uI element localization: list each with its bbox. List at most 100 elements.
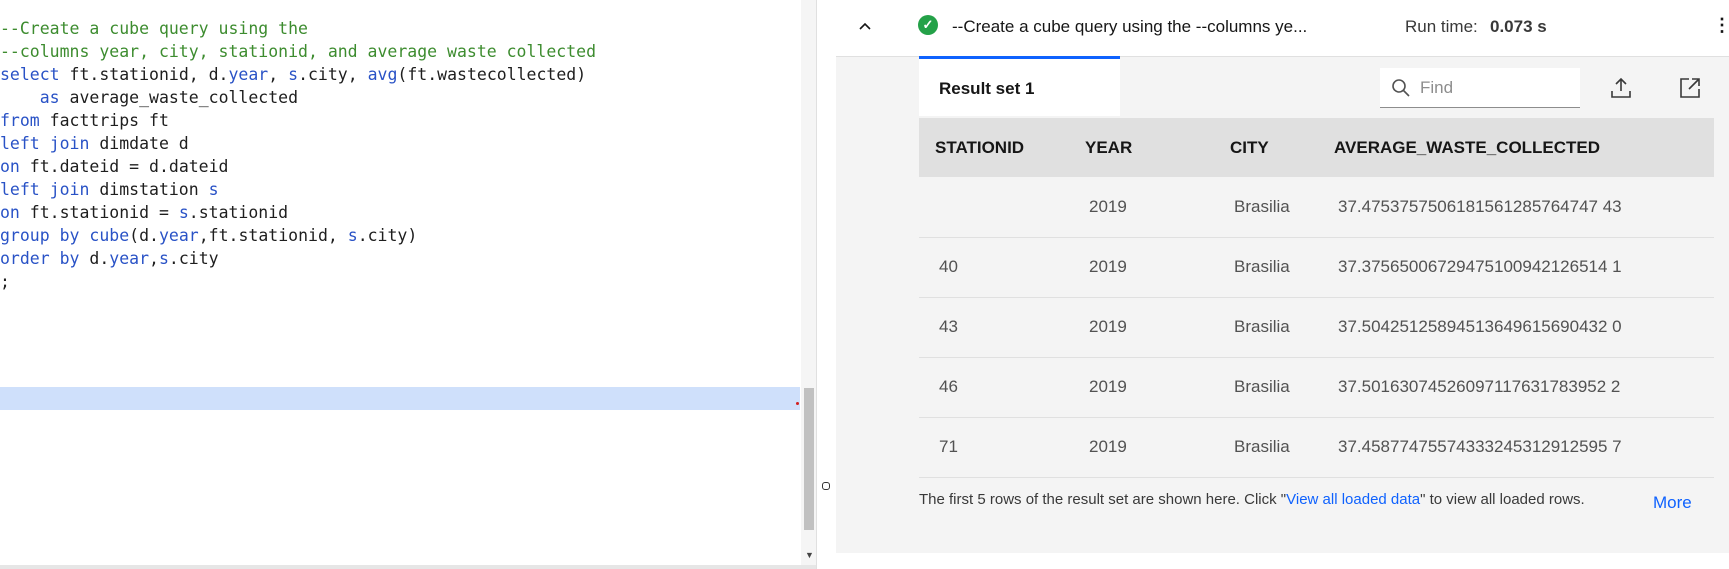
column-header[interactable]: AVERAGE_WASTE_COLLECTED xyxy=(1318,118,1714,177)
code-token: ; xyxy=(0,272,10,291)
chevron-up-icon[interactable] xyxy=(858,16,872,38)
code-line[interactable]: as average_waste_collected xyxy=(0,86,596,109)
editor-horizontal-scrollbar[interactable] xyxy=(0,565,816,569)
search-icon xyxy=(1392,79,1410,97)
cell-city: Brasilia xyxy=(1214,357,1318,418)
result-table: STATIONID YEAR CITY AVERAGE_WASTE_COLLEC… xyxy=(919,118,1714,478)
find-field[interactable] xyxy=(1380,68,1580,108)
code-token: on xyxy=(0,157,20,176)
cursor-marker xyxy=(796,402,799,405)
code-token: , xyxy=(268,65,289,84)
code-line[interactable]: on ft.stationid = s.stationid xyxy=(0,201,596,224)
overflow-menu-icon[interactable]: ⋮ xyxy=(1713,14,1729,36)
code-line[interactable]: left join dimstation s xyxy=(0,178,596,201)
cell-stationid: 71 xyxy=(919,417,1069,478)
cell-stationid: 40 xyxy=(919,237,1069,298)
sql-code[interactable]: --Create a cube query using the --columns… xyxy=(0,17,596,293)
results-panel: ✓ --Create a cube query using the --colu… xyxy=(836,0,1729,553)
code-line[interactable]: left join dimdate d xyxy=(0,132,596,155)
launch-icon[interactable] xyxy=(1678,76,1702,100)
table-row[interactable]: 46 2019 Brasilia 37.50163074526097117631… xyxy=(919,357,1714,418)
code-token: year xyxy=(109,249,150,268)
table-row[interactable]: 71 2019 Brasilia 37.45877475574333245312… xyxy=(919,417,1714,478)
column-header[interactable]: CITY xyxy=(1214,118,1318,177)
code-token: .city xyxy=(168,249,219,268)
code-token: left join xyxy=(0,180,90,199)
code-token: on xyxy=(0,203,20,222)
results-header: ✓ --Create a cube query using the --colu… xyxy=(836,0,1729,57)
code-token: from xyxy=(0,111,40,130)
cell-year: 2019 xyxy=(1069,237,1214,298)
column-header[interactable]: YEAR xyxy=(1069,118,1214,177)
code-line[interactable]: select ft.stationid, d.year, s.city, avg… xyxy=(0,63,596,86)
code-token: (ft.wastecollected) xyxy=(397,65,587,84)
code-token: s xyxy=(178,203,189,222)
cell-stationid xyxy=(919,177,1069,238)
result-footer-note: The first 5 rows of the result set are s… xyxy=(919,491,1585,508)
code-line[interactable]: group by cube(d.year,ft.stationid, s.cit… xyxy=(0,224,596,247)
code-token: , xyxy=(149,249,159,268)
code-token: d. xyxy=(79,249,110,268)
code-token: ft.dateid = d.dateid xyxy=(19,157,229,176)
code-token: ft.stationid, d. xyxy=(59,65,229,84)
code-token: .stationid xyxy=(188,203,289,222)
code-line[interactable]: from facttrips ft xyxy=(0,109,596,132)
cell-stationid: 46 xyxy=(919,357,1069,418)
query-title: --Create a cube query using the --column… xyxy=(952,17,1308,36)
cell-average-waste: 37.50425125894513649615690432 0 xyxy=(1318,297,1714,358)
table-row[interactable]: 2019 Brasilia 37.47537575061815612857647… xyxy=(919,177,1714,238)
code-token: --columns year, city, stationid, and ave… xyxy=(0,42,597,61)
cell-year: 2019 xyxy=(1069,357,1214,418)
cell-stationid: 43 xyxy=(919,297,1069,358)
code-token: avg xyxy=(367,65,398,84)
cell-year: 2019 xyxy=(1069,297,1214,358)
footer-text-before: The first 5 rows of the result set are s… xyxy=(919,491,1287,508)
cell-year: 2019 xyxy=(1069,417,1214,478)
code-line[interactable]: --columns year, city, stationid, and ave… xyxy=(0,40,596,63)
code-token: dimdate d xyxy=(89,134,189,153)
code-token: s xyxy=(347,226,358,245)
view-all-loaded-data-link[interactable]: View all loaded data xyxy=(1286,491,1420,508)
cell-city: Brasilia xyxy=(1214,237,1318,298)
runtime-value: 0.073 s xyxy=(1490,17,1547,36)
code-token: year xyxy=(158,226,199,245)
code-line[interactable]: --Create a cube query using the xyxy=(0,17,596,40)
tab-label: Result set 1 xyxy=(939,79,1035,98)
code-token: select xyxy=(0,65,60,84)
code-token: order by xyxy=(0,249,80,268)
code-token: .city, xyxy=(298,65,368,84)
drag-handle-icon[interactable] xyxy=(822,482,830,490)
code-line[interactable]: order by d.year,s.city xyxy=(0,247,596,270)
code-token: .city) xyxy=(357,226,418,245)
code-token: ft.stationid = xyxy=(19,203,179,222)
code-token: ,ft.stationid, xyxy=(198,226,348,245)
code-token: facttrips ft xyxy=(39,111,169,130)
editor-scrollbar-thumb[interactable] xyxy=(804,388,814,530)
code-token: s xyxy=(288,65,299,84)
code-token: left join xyxy=(0,134,90,153)
code-line[interactable]: on ft.dateid = d.dateid xyxy=(0,155,596,178)
cell-average-waste: 37.4753757506181561285764747 43 xyxy=(1318,177,1714,238)
table-row[interactable]: 43 2019 Brasilia 37.50425125894513649615… xyxy=(919,297,1714,358)
export-icon[interactable] xyxy=(1609,76,1633,100)
code-token: s xyxy=(158,249,169,268)
more-link[interactable]: More xyxy=(1653,493,1692,513)
find-input[interactable] xyxy=(1420,75,1570,101)
code-token: as xyxy=(39,88,60,107)
cell-average-waste: 37.50163074526097117631783952 2 xyxy=(1318,357,1714,418)
code-token: s xyxy=(208,180,219,199)
column-header[interactable]: STATIONID xyxy=(919,118,1069,177)
scroll-down-arrow-icon[interactable]: ▼ xyxy=(805,550,814,560)
tab-result-set-1[interactable]: Result set 1 xyxy=(919,56,1120,116)
table-row[interactable]: 40 2019 Brasilia 37.37565006729475100942… xyxy=(919,237,1714,298)
code-token: average_waste_collected xyxy=(59,88,299,107)
cell-year: 2019 xyxy=(1069,177,1214,238)
runtime-label: Run time: xyxy=(1405,17,1478,36)
sql-editor[interactable]: --Create a cube query using the --columns… xyxy=(0,0,800,565)
code-token: dimstation xyxy=(89,180,209,199)
cell-city: Brasilia xyxy=(1214,297,1318,358)
cell-city: Brasilia xyxy=(1214,177,1318,238)
cell-average-waste: 37.37565006729475100942126514 1 xyxy=(1318,237,1714,298)
code-line[interactable]: ; xyxy=(0,270,596,293)
